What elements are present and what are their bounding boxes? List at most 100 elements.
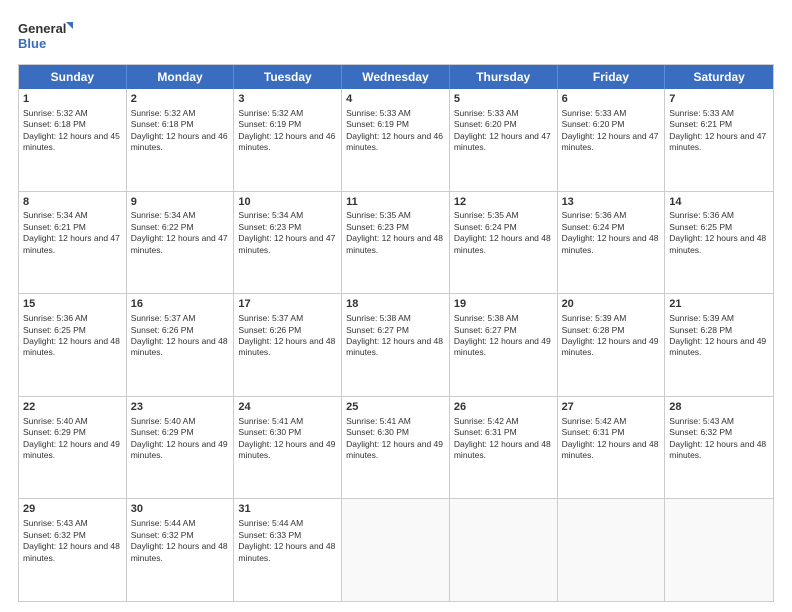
daylight-label: Daylight: 12 hours and 48 minutes. [669,233,766,254]
sunset-label: Sunset: 6:32 PM [669,427,732,437]
day-number: 18 [346,297,445,312]
daylight-label: Daylight: 12 hours and 48 minutes. [238,336,335,357]
sunset-label: Sunset: 6:33 PM [238,530,301,540]
sunrise-label: Sunrise: 5:42 AM [562,416,627,426]
day-number: 15 [23,297,122,312]
cal-cell [558,499,666,601]
cal-cell: 22Sunrise: 5:40 AMSunset: 6:29 PMDayligh… [19,397,127,499]
daylight-label: Daylight: 12 hours and 49 minutes. [454,336,551,357]
daylight-label: Daylight: 12 hours and 48 minutes. [131,541,228,562]
sunset-label: Sunset: 6:27 PM [346,325,409,335]
day-number: 26 [454,400,553,415]
daylight-label: Daylight: 12 hours and 47 minutes. [23,233,120,254]
daylight-label: Daylight: 12 hours and 48 minutes. [562,233,659,254]
daylight-label: Daylight: 12 hours and 49 minutes. [131,439,228,460]
sunset-label: Sunset: 6:23 PM [238,222,301,232]
day-number: 4 [346,92,445,107]
cal-cell: 29Sunrise: 5:43 AMSunset: 6:32 PMDayligh… [19,499,127,601]
calendar: SundayMondayTuesdayWednesdayThursdayFrid… [18,64,774,602]
sunset-label: Sunset: 6:31 PM [454,427,517,437]
day-header-thursday: Thursday [450,65,558,89]
svg-text:Blue: Blue [18,36,46,51]
day-number: 5 [454,92,553,107]
sunrise-label: Sunrise: 5:41 AM [238,416,303,426]
day-number: 23 [131,400,230,415]
day-number: 29 [23,502,122,517]
daylight-label: Daylight: 12 hours and 48 minutes. [454,233,551,254]
sunrise-label: Sunrise: 5:38 AM [454,313,519,323]
cal-cell: 10Sunrise: 5:34 AMSunset: 6:23 PMDayligh… [234,192,342,294]
daylight-label: Daylight: 12 hours and 49 minutes. [562,336,659,357]
daylight-label: Daylight: 12 hours and 48 minutes. [346,336,443,357]
day-number: 24 [238,400,337,415]
calendar-body: 1 Sunrise: 5:32 AM Sunset: 6:18 PM Daylight… [19,89,773,601]
cal-cell: 13Sunrise: 5:36 AMSunset: 6:24 PMDayligh… [558,192,666,294]
sunrise-label: Sunrise: 5:40 AM [23,416,88,426]
sunrise-label: Sunrise: 5:36 AM [669,210,734,220]
sunrise-label: Sunrise: 5:34 AM [131,210,196,220]
sunrise-label: Sunrise: 5:36 AM [23,313,88,323]
daylight-label: Daylight: 12 hours and 48 minutes. [23,336,120,357]
cal-cell: 21Sunrise: 5:39 AMSunset: 6:28 PMDayligh… [665,294,773,396]
sunset-label: Sunset: 6:21 PM [669,119,732,129]
day-number: 7 [669,92,769,107]
sunrise-label: Sunrise: 5:37 AM [238,313,303,323]
sunrise-label: Sunrise: 5:33 AM [562,108,627,118]
cal-cell: 30Sunrise: 5:44 AMSunset: 6:32 PMDayligh… [127,499,235,601]
sunrise-label: Sunrise: 5:40 AM [131,416,196,426]
sunset-label: Sunset: 6:28 PM [669,325,732,335]
day-number: 30 [131,502,230,517]
cal-row-3: 15Sunrise: 5:36 AMSunset: 6:25 PMDayligh… [19,294,773,397]
cal-cell: 18Sunrise: 5:38 AMSunset: 6:27 PMDayligh… [342,294,450,396]
daylight-label: Daylight: 12 hours and 48 minutes. [238,541,335,562]
cal-cell [450,499,558,601]
day-number: 14 [669,195,769,210]
sunrise-label: Sunrise: 5:32 AM [238,108,303,118]
daylight-label: Daylight: 12 hours and 49 minutes. [23,439,120,460]
daylight-label: Daylight: 12 hours and 48 minutes. [562,439,659,460]
day-number: 12 [454,195,553,210]
sunset-label: Sunset: 6:28 PM [562,325,625,335]
day-header-friday: Friday [558,65,666,89]
page: General Blue SundayMondayTuesdayWednesda… [0,0,792,612]
cal-row-5: 29Sunrise: 5:43 AM Sunset: 6:32 PM Dayligh… [19,499,773,601]
daylight-label: Daylight: 12 hours and 47 minutes. [669,131,766,152]
calendar-header: SundayMondayTuesdayWednesdayThursdayFrid… [19,65,773,89]
daylight-label: Daylight: 12 hours and 49 minutes. [238,439,335,460]
sunrise-label: Sunrise: 5:42 AM [454,416,519,426]
day-number: 8 [23,195,122,210]
day-number: 3 [238,92,337,107]
header: General Blue [18,18,774,54]
sunset-label: Sunset: 6:29 PM [131,427,194,437]
sunset-label: Sunset: 6:19 PM [346,119,409,129]
day-number: 1 [23,92,122,107]
sunset-label: Sunset: 6:22 PM [131,222,194,232]
cal-cell: 5Sunrise: 5:33 AMSunset: 6:20 PMDaylight… [450,89,558,191]
daylight-label: Daylight: 12 hours and 47 minutes. [131,233,228,254]
day-header-sunday: Sunday [19,65,127,89]
cal-cell: 6Sunrise: 5:33 AMSunset: 6:20 PMDaylight… [558,89,666,191]
cal-row-4: 22Sunrise: 5:40 AMSunset: 6:29 PMDayligh… [19,397,773,500]
cal-row-1: 1 Sunrise: 5:32 AM Sunset: 6:18 PM Daylight… [19,89,773,192]
sunrise-label: Sunrise: 5:44 AM [131,518,196,528]
sunrise-label: Sunrise: 5:43 AM [23,518,88,528]
cal-cell: 14Sunrise: 5:36 AMSunset: 6:25 PMDayligh… [665,192,773,294]
cal-cell [665,499,773,601]
cal-cell: 27Sunrise: 5:42 AMSunset: 6:31 PMDayligh… [558,397,666,499]
daylight-label: Daylight: 12 hours and 48 minutes. [346,233,443,254]
logo: General Blue [18,18,73,54]
day-number: 27 [562,400,661,415]
sunset-label: Sunset: 6:32 PM [23,530,86,540]
daylight-label: Daylight: 12 hours and 45 minutes. [23,131,120,152]
sunrise-label: Sunrise: 5:39 AM [562,313,627,323]
sunset-label: Sunset: 6:18 PM [23,119,86,129]
day-header-saturday: Saturday [665,65,773,89]
daylight-label: Daylight: 12 hours and 46 minutes. [346,131,443,152]
sunrise-label: Sunrise: 5:35 AM [454,210,519,220]
sunset-label: Sunset: 6:20 PM [454,119,517,129]
cal-cell: 17Sunrise: 5:37 AMSunset: 6:26 PMDayligh… [234,294,342,396]
day-number: 25 [346,400,445,415]
sunrise-label: Sunrise: 5:33 AM [669,108,734,118]
sunrise-label: Sunrise: 5:43 AM [669,416,734,426]
sunrise-label: Sunrise: 5:32 AM [131,108,196,118]
